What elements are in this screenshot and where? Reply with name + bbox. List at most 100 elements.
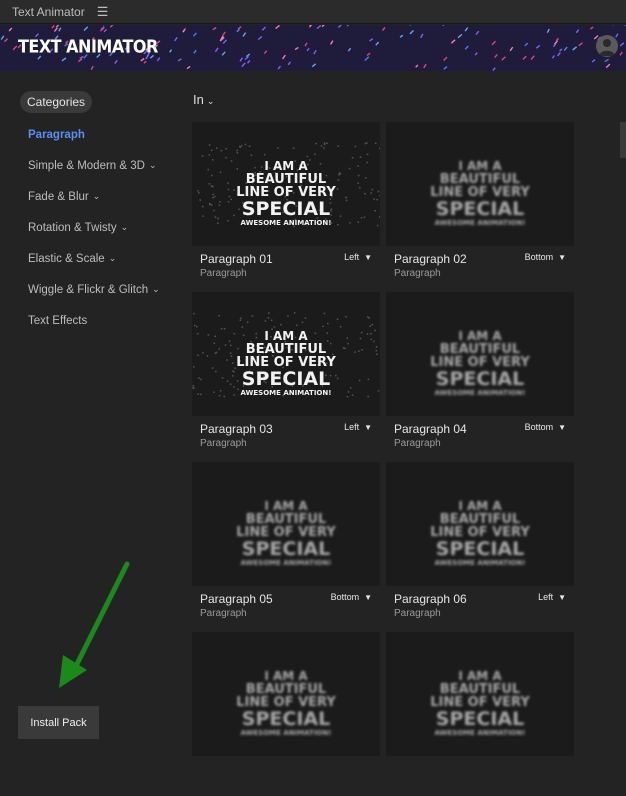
confetti-piece: [536, 45, 540, 48]
confetti-piece: [383, 28, 386, 31]
confetti-piece: [605, 59, 609, 61]
confetti-piece: [1, 36, 4, 40]
confetti-piece: [495, 54, 498, 57]
sidebar-item-wiggle-flickr-glitch[interactable]: Wiggle & Flickr & Glitch⌄: [28, 284, 160, 315]
preset-card[interactable]: I AM ABEAUTIFULLINE OF VERYSPECIALAWESOM…: [192, 462, 380, 626]
direction-filter-dropdown[interactable]: In⌄: [193, 92, 214, 107]
preset-card[interactable]: I AM ABEAUTIFULLINE OF VERYSPECIALAWESOM…: [192, 292, 380, 456]
preset-card[interactable]: I AM ABEAUTIFULLINE OF VERYSPECIALAWESOM…: [386, 292, 574, 456]
direction-dropdown[interactable]: Left▼: [344, 422, 372, 432]
preview-thumbnail[interactable]: I AM ABEAUTIFULLINE OF VERYSPECIALAWESOM…: [192, 122, 380, 246]
preview-text: I AM ABEAUTIFULLINE OF VERYSPECIALAWESOM…: [192, 500, 380, 568]
preview-line-l4: SPECIAL: [386, 709, 574, 729]
confetti-piece: [62, 58, 66, 61]
confetti-piece: [288, 62, 290, 65]
confetti-piece: [322, 25, 325, 27]
install-pack-button[interactable]: Install Pack: [18, 706, 99, 739]
confetti-piece: [170, 50, 172, 53]
confetti-piece: [115, 60, 118, 63]
confetti-piece: [592, 60, 595, 62]
sidebar-item-text-effects[interactable]: Text Effects: [28, 315, 160, 346]
sidebar-item-label: Text Effects: [28, 315, 87, 327]
sidebar-item-paragraph[interactable]: Paragraph: [28, 129, 160, 160]
confetti-piece: [175, 37, 177, 41]
preset-name: Paragraph 05: [200, 592, 273, 606]
confetti-piece: [444, 67, 447, 70]
preview-text: I AM ABEAUTIFULLINE OF VERYSPECIALAWESOM…: [192, 330, 380, 398]
confetti-piece: [376, 42, 379, 45]
caret-down-icon: ▼: [364, 593, 372, 602]
confetti-piece: [91, 66, 93, 70]
direction-dropdown[interactable]: Bottom▼: [525, 422, 566, 432]
confetti-piece: [492, 41, 495, 45]
confetti-piece: [141, 59, 144, 61]
preview-text: I AM ABEAUTIFULLINE OF VERYSPECIALAWESOM…: [386, 330, 574, 398]
preset-name: Paragraph 04: [394, 422, 467, 436]
preview-line-l5: AWESOME ANIMATION!: [192, 559, 380, 568]
preview-thumbnail[interactable]: I AM ABEAUTIFULLINE OF VERYSPECIALAWESOM…: [386, 632, 574, 756]
preview-thumbnail[interactable]: I AM ABEAUTIFULLINE OF VERYSPECIALAWESOM…: [192, 462, 380, 586]
confetti-piece: [258, 37, 262, 40]
confetti-piece: [444, 57, 447, 60]
confetti-piece: [262, 27, 265, 30]
confetti-piece: [283, 55, 286, 59]
confetti-piece: [620, 52, 622, 55]
confetti-piece: [317, 25, 321, 28]
caret-down-icon: ▼: [558, 253, 566, 262]
sidebar-item-simple-modern-3d[interactable]: Simple & Modern & 3D⌄: [28, 160, 160, 191]
confetti-piece: [59, 28, 61, 32]
preview-line-l5: AWESOME ANIMATION!: [386, 219, 574, 228]
sidebar-item-elastic-scale[interactable]: Elastic & Scale⌄: [28, 253, 160, 284]
confetti-piece: [525, 43, 528, 46]
direction-dropdown[interactable]: Bottom ▼: [331, 592, 372, 602]
confetti-piece: [314, 50, 316, 54]
confetti-piece: [215, 48, 218, 52]
confetti-piece: [564, 47, 567, 51]
confetti-piece: [307, 48, 309, 51]
confetti-piece: [400, 35, 403, 37]
preset-card-partial[interactable]: I AM ABEAUTIFULLINE OF VERYSPECIALAWESOM…: [386, 632, 574, 796]
preview-line-l5: AWESOME ANIMATION!: [192, 729, 380, 738]
confetti-piece: [338, 25, 341, 27]
confetti-piece: [510, 47, 513, 51]
direction-label: Bottom: [525, 422, 554, 432]
confetti-piece: [276, 25, 280, 28]
preview-thumbnail[interactable]: I AM ABEAUTIFULLINE OF VERYSPECIALAWESOM…: [386, 462, 574, 586]
preset-card-partial[interactable]: I AM ABEAUTIFULLINE OF VERYSPECIALAWESOM…: [192, 632, 380, 796]
preset-category: Paragraph: [200, 438, 247, 449]
preview-thumbnail[interactable]: I AM ABEAUTIFULLINE OF VERYSPECIALAWESOM…: [192, 632, 380, 756]
confetti-piece: [237, 29, 240, 32]
confetti-piece: [576, 30, 578, 33]
direction-dropdown[interactable]: Bottom▼: [525, 252, 566, 262]
preview-thumbnail[interactable]: I AM ABEAUTIFULLINE OF VERYSPECIALAWESOM…: [386, 292, 574, 416]
confetti-piece: [178, 59, 181, 61]
confetti-piece: [55, 28, 58, 32]
confetti-piece: [13, 46, 17, 50]
confetti-piece: [421, 34, 423, 38]
categories-header[interactable]: Categories: [20, 91, 92, 113]
direction-label: Bottom: [331, 592, 360, 602]
direction-label: Left: [344, 422, 359, 432]
direction-dropdown[interactable]: Left▼: [538, 592, 566, 602]
preview-line-l4: SPECIAL: [386, 199, 574, 219]
preview-thumbnail[interactable]: I AM ABEAUTIFULLINE OF VERYSPECIALAWESOM…: [192, 292, 380, 416]
user-avatar-icon[interactable]: [596, 35, 618, 57]
scrollbar-thumb[interactable]: [620, 122, 626, 158]
confetti-piece: [248, 61, 250, 64]
confetti-piece: [547, 29, 549, 33]
confetti-piece: [213, 28, 216, 30]
preset-card[interactable]: I AM ABEAUTIFULLINE OF VERYSPECIALAWESOM…: [386, 122, 574, 286]
sidebar-item-rotation-twisty[interactable]: Rotation & Twisty⌄: [28, 222, 160, 253]
preset-card[interactable]: I AM ABEAUTIFULLINE OF VERYSPECIALAWESOM…: [192, 122, 380, 286]
brand-logo: TEXT ANIMATOR: [18, 36, 158, 57]
preset-category: Paragraph: [394, 438, 441, 449]
preset-card[interactable]: I AM ABEAUTIFULLINE OF VERYSPECIALAWESOM…: [386, 462, 574, 626]
confetti-piece: [451, 40, 455, 43]
confetti-piece: [223, 32, 226, 36]
sidebar-item-fade-blur[interactable]: Fade & Blur⌄: [28, 191, 160, 222]
preview-thumbnail[interactable]: I AM ABEAUTIFULLINE OF VERYSPECIALAWESOM…: [386, 122, 574, 246]
direction-dropdown[interactable]: Left▼: [344, 252, 372, 262]
hamburger-icon[interactable]: ☰: [97, 4, 109, 20]
confetti-piece: [104, 29, 106, 32]
confetti-piece: [424, 64, 426, 68]
